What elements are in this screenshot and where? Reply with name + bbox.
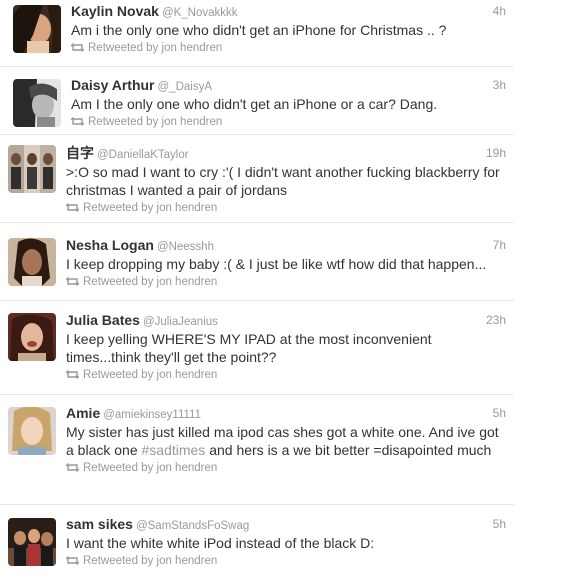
hashtag-link[interactable]: #sadtimes bbox=[142, 442, 206, 458]
tweet-timestamp[interactable]: 4h bbox=[493, 2, 506, 21]
tweet-text: My sister has just killed ma ipod cas sh… bbox=[66, 423, 506, 459]
retweet-context-text[interactable]: Retweeted by jon hendren bbox=[88, 116, 222, 128]
author-username[interactable]: @SamStandsFoSwag bbox=[136, 520, 249, 532]
avatar[interactable] bbox=[8, 518, 56, 566]
tweet[interactable]: Nesha Logan @Neesshh 7h I keep dropping m… bbox=[0, 222, 514, 301]
tweet[interactable]: sam sikes @SamStandsFoSwag 5h I want the … bbox=[0, 504, 514, 576]
retweet-icon bbox=[66, 370, 79, 379]
avatar[interactable] bbox=[8, 407, 56, 455]
tweet-timestamp[interactable]: 7h bbox=[493, 236, 506, 255]
retweet-context-text[interactable]: Retweeted by jon hendren bbox=[83, 369, 217, 381]
retweet-icon bbox=[66, 203, 79, 212]
retweet-context: Retweeted by jon hendren bbox=[71, 40, 506, 56]
tweet[interactable]: 自字 @DaniellaKTaylor 19h >:O so mad I want… bbox=[0, 134, 514, 223]
tweet-text: I want the white white iPod instead of t… bbox=[66, 535, 375, 551]
author-fullname[interactable]: Daisy Arthur bbox=[71, 77, 155, 93]
author-fullname[interactable]: 自字 bbox=[66, 145, 94, 161]
retweet-context: Retweeted by jon hendren bbox=[66, 274, 506, 290]
retweet-context-text[interactable]: Retweeted by jon hendren bbox=[83, 555, 217, 567]
retweet-context-text[interactable]: Retweeted by jon hendren bbox=[83, 276, 217, 288]
tweet-timestamp[interactable]: 3h bbox=[493, 76, 506, 95]
tweet-text: Am I the only one who didn't get an iPho… bbox=[71, 96, 438, 112]
author-username[interactable]: @Neesshh bbox=[157, 241, 214, 253]
retweet-context-text[interactable]: Retweeted by jon hendren bbox=[83, 202, 217, 214]
author-fullname[interactable]: Nesha Logan bbox=[66, 237, 154, 253]
retweet-context: Retweeted by jon hendren bbox=[66, 553, 506, 569]
retweet-context: Retweeted by jon hendren bbox=[66, 367, 506, 383]
tweet-timestamp[interactable]: 5h bbox=[493, 515, 506, 534]
tweet[interactable]: Julia Bates @JuliaJeanius 23h I keep yell… bbox=[0, 300, 514, 395]
tweet[interactable]: Kaylin Novak @K_Novakkkk 4h Am i the only… bbox=[0, 0, 514, 67]
tweet[interactable]: Daisy Arthur @_DaisyA 3h Am I the only on… bbox=[0, 66, 514, 135]
tweet-text: >:O so mad I want to cry :'( I didn't wa… bbox=[66, 164, 500, 198]
author-fullname[interactable]: Amie bbox=[66, 405, 100, 421]
tweet-timestamp[interactable]: 23h bbox=[486, 311, 506, 330]
retweet-context: Retweeted by jon hendren bbox=[71, 114, 506, 130]
retweet-context: Retweeted by jon hendren bbox=[66, 460, 506, 476]
tweet-text: I keep yelling WHERE'S MY IPAD at the mo… bbox=[66, 331, 432, 365]
avatar[interactable] bbox=[8, 238, 56, 286]
avatar[interactable] bbox=[13, 5, 61, 53]
retweet-context: Retweeted by jon hendren bbox=[66, 200, 506, 216]
tweet-text: I keep dropping my baby :( & I just be l… bbox=[66, 256, 487, 272]
author-username[interactable]: @_DaisyA bbox=[158, 81, 213, 93]
tweet[interactable]: Amie @amiekinsey11111 5h My sister has ju… bbox=[0, 394, 514, 505]
tweet-timestamp[interactable]: 19h bbox=[486, 144, 506, 163]
retweet-icon bbox=[66, 463, 79, 472]
author-username[interactable]: @K_Novakkkk bbox=[162, 7, 238, 19]
author-username[interactable]: @DaniellaKTaylor bbox=[97, 149, 189, 161]
tweet-text-part: and hers is a we bit better =disapointed… bbox=[205, 442, 492, 458]
author-fullname[interactable]: Julia Bates bbox=[66, 312, 140, 328]
tweet-timeline: Kaylin Novak @K_Novakkkk 4h Am i the only… bbox=[0, 0, 520, 576]
avatar[interactable] bbox=[13, 79, 61, 127]
avatar[interactable] bbox=[8, 145, 56, 193]
retweet-context-text[interactable]: Retweeted by jon hendren bbox=[88, 42, 222, 54]
author-username[interactable]: @amiekinsey11111 bbox=[103, 409, 201, 421]
retweet-icon bbox=[71, 43, 84, 52]
avatar[interactable] bbox=[8, 313, 56, 361]
retweet-icon bbox=[71, 117, 84, 126]
tweet-timestamp[interactable]: 5h bbox=[493, 404, 506, 423]
tweet-text: Am i the only one who didn't get an iPho… bbox=[71, 22, 447, 38]
retweet-icon bbox=[66, 277, 79, 286]
author-fullname[interactable]: Kaylin Novak bbox=[71, 3, 159, 19]
retweet-icon bbox=[66, 556, 79, 565]
author-username[interactable]: @JuliaJeanius bbox=[143, 316, 218, 328]
author-fullname[interactable]: sam sikes bbox=[66, 516, 133, 532]
retweet-context-text[interactable]: Retweeted by jon hendren bbox=[83, 462, 217, 474]
